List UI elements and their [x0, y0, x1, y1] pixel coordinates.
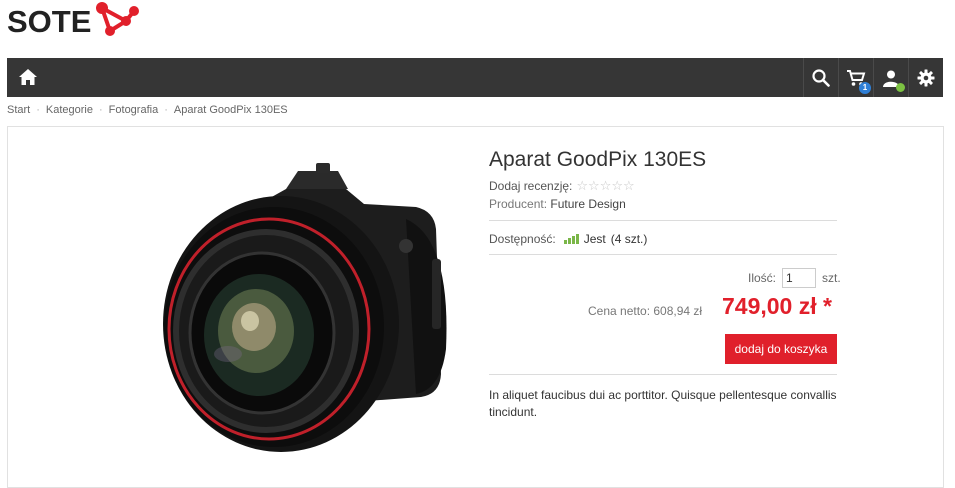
- gear-icon: [917, 69, 935, 86]
- product-panel: Aparat GoodPix 130ES Dodaj recenzję: ☆☆☆…: [7, 126, 944, 488]
- breadcrumb: Start · Kategorie · Fotografia · Aparat …: [7, 104, 288, 116]
- review-row: Dodaj recenzję: ☆☆☆☆☆: [489, 178, 635, 194]
- breadcrumb-separator: ·: [164, 104, 168, 116]
- availability-label: Dostępność:: [489, 232, 556, 246]
- divider: [489, 220, 837, 221]
- rating-stars-icon[interactable]: ☆☆☆☆☆: [576, 178, 634, 194]
- availability-bars-icon: [563, 234, 579, 244]
- review-label: Dodaj recenzję:: [489, 179, 573, 193]
- producer-link[interactable]: Future Design: [550, 197, 625, 211]
- breadcrumb-separator: ·: [99, 104, 103, 116]
- cart-count-badge: 1: [859, 82, 871, 94]
- breadcrumb-current: Aparat GoodPix 130ES: [173, 104, 288, 116]
- gross-price: 749,00 zł *: [722, 293, 832, 319]
- divider: [489, 254, 837, 255]
- quantity-unit: szt.: [822, 271, 841, 285]
- cart-button[interactable]: 1: [838, 58, 873, 97]
- breadcrumb-separator: ·: [36, 104, 40, 116]
- main-navbar: 1: [7, 58, 943, 97]
- product-description: In aliquet faucibus dui ac porttitor. Qu…: [489, 388, 837, 419]
- home-icon[interactable]: [18, 67, 38, 87]
- logo-mark-icon: [96, 2, 140, 36]
- search-button[interactable]: [803, 58, 838, 97]
- quantity-label: Ilość:: [748, 271, 777, 285]
- site-logo[interactable]: SOTE: [7, 2, 140, 42]
- add-to-cart-button[interactable]: dodaj do koszyka: [725, 334, 837, 364]
- availability-count: (4 szt.): [610, 232, 648, 246]
- producer-label: Producent:: [489, 197, 548, 211]
- quantity-input[interactable]: [782, 268, 817, 288]
- quantity-row: Ilość: szt.: [748, 268, 841, 288]
- product-image[interactable]: [116, 149, 456, 467]
- breadcrumb-fotografia[interactable]: Fotografia: [109, 104, 159, 116]
- breadcrumb-kategorie[interactable]: Kategorie: [46, 104, 93, 116]
- net-price: Cena netto: 608,94 zł: [588, 304, 703, 318]
- divider: [489, 374, 837, 375]
- availability-value: Jest: [583, 232, 606, 246]
- logo-text: SOTE: [7, 4, 92, 39]
- breadcrumb-start[interactable]: Start: [7, 104, 30, 116]
- account-button[interactable]: [873, 58, 908, 97]
- producer-row: Producent: Future Design: [489, 197, 626, 211]
- product-title: Aparat GoodPix 130ES: [489, 148, 707, 171]
- search-icon: [812, 68, 830, 87]
- availability-row: Dostępność: Jest (4 szt.): [489, 232, 647, 246]
- online-status-dot: [896, 83, 905, 92]
- settings-button[interactable]: [908, 58, 943, 97]
